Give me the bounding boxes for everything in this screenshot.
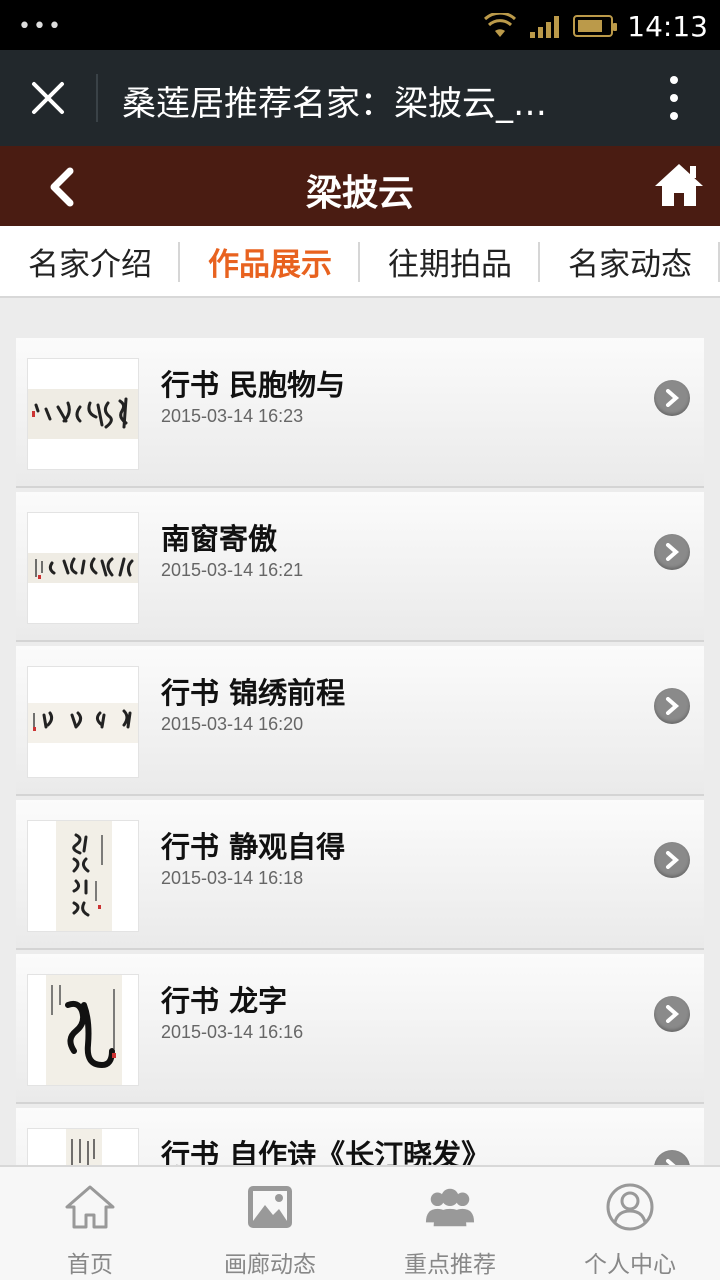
home-outline-icon [64, 1181, 116, 1233]
user-profile-icon [604, 1181, 656, 1233]
work-date: 2015-03-14 16:23 [161, 406, 304, 426]
more-dot-icon [670, 76, 678, 84]
notification-dots-icon: ••• [18, 14, 63, 39]
work-title: 行书 锦绣前程 [161, 676, 346, 710]
work-date: 2015-03-14 16:16 [161, 1022, 304, 1042]
work-date: 2015-03-14 16:21 [161, 560, 304, 580]
chevron-right-icon[interactable] [654, 380, 690, 416]
tab-artist-intro[interactable]: 名家介绍 [0, 226, 180, 296]
gallery-image-icon [244, 1181, 296, 1233]
list-item[interactable]: 行书 民胞物与 2015-03-14 16:23 [16, 338, 704, 488]
artwork-thumbnail [27, 512, 139, 624]
home-button[interactable] [652, 160, 706, 212]
more-dot-icon [670, 94, 678, 102]
browser-title: 桑莲居推荐名家：梁披云_… [122, 84, 547, 124]
nav-item-profile[interactable]: 个人中心 [540, 1167, 720, 1280]
home-icon [655, 164, 703, 206]
tab-past-lots[interactable]: 往期拍品 [360, 226, 540, 296]
chevron-right-icon[interactable] [654, 534, 690, 570]
browser-title-bar: 桑莲居推荐名家：梁披云_… [0, 50, 720, 146]
page-title: 梁披云 [305, 173, 414, 214]
signal-icon [530, 14, 560, 38]
more-dot-icon [670, 112, 678, 120]
list-item[interactable]: 行书 锦绣前程 2015-03-14 16:20 [16, 646, 704, 796]
nav-label: 重点推荐 [404, 1252, 496, 1278]
work-date: 2015-03-14 16:20 [161, 714, 304, 734]
tab-artist-news[interactable]: 名家动态 [540, 226, 720, 296]
chevron-right-icon[interactable] [654, 688, 690, 724]
status-bar: ••• 14:13 [0, 0, 720, 50]
work-date: 2015-03-14 16:18 [161, 868, 304, 888]
bottom-nav: 首页 画廊动态 重点推荐 个人中心 [0, 1165, 720, 1280]
group-users-icon [424, 1181, 476, 1233]
chevron-right-icon[interactable] [654, 842, 690, 878]
list-item[interactable]: 南窗寄傲 2015-03-14 16:21 [16, 492, 704, 642]
more-options-button[interactable] [664, 76, 684, 120]
work-title: 行书 民胞物与 [161, 368, 346, 402]
title-divider [96, 74, 98, 122]
wifi-icon [484, 13, 517, 37]
work-title: 行书 龙字 [161, 984, 288, 1018]
nav-item-gallery-news[interactable]: 画廊动态 [180, 1167, 360, 1280]
work-title: 行书 静观自得 [161, 830, 346, 864]
works-list: 行书 民胞物与 2015-03-14 16:23 南窗寄傲 2015-03-14… [16, 338, 704, 1262]
close-button[interactable] [20, 70, 76, 126]
nav-label: 个人中心 [584, 1252, 676, 1278]
nav-item-featured[interactable]: 重点推荐 [360, 1167, 540, 1280]
page-header: 梁披云 [0, 146, 720, 226]
status-time: 14:13 [627, 9, 708, 43]
tab-works[interactable]: 作品展示 [180, 226, 360, 296]
artwork-thumbnail [27, 358, 139, 470]
tab-bar: 名家介绍 作品展示 往期拍品 名家动态 [0, 226, 720, 298]
close-icon [32, 82, 64, 114]
artwork-thumbnail [27, 974, 139, 1086]
nav-label: 首页 [67, 1252, 113, 1278]
nav-label: 画廊动态 [224, 1252, 316, 1278]
artwork-thumbnail [27, 666, 139, 778]
battery-icon [573, 15, 618, 37]
list-item[interactable]: 行书 龙字 2015-03-14 16:16 [16, 954, 704, 1104]
artwork-thumbnail [27, 820, 139, 932]
list-item[interactable]: 行书 静观自得 2015-03-14 16:18 [16, 800, 704, 950]
chevron-right-icon[interactable] [654, 996, 690, 1032]
nav-item-home[interactable]: 首页 [0, 1167, 180, 1280]
work-title: 南窗寄傲 [161, 522, 278, 556]
